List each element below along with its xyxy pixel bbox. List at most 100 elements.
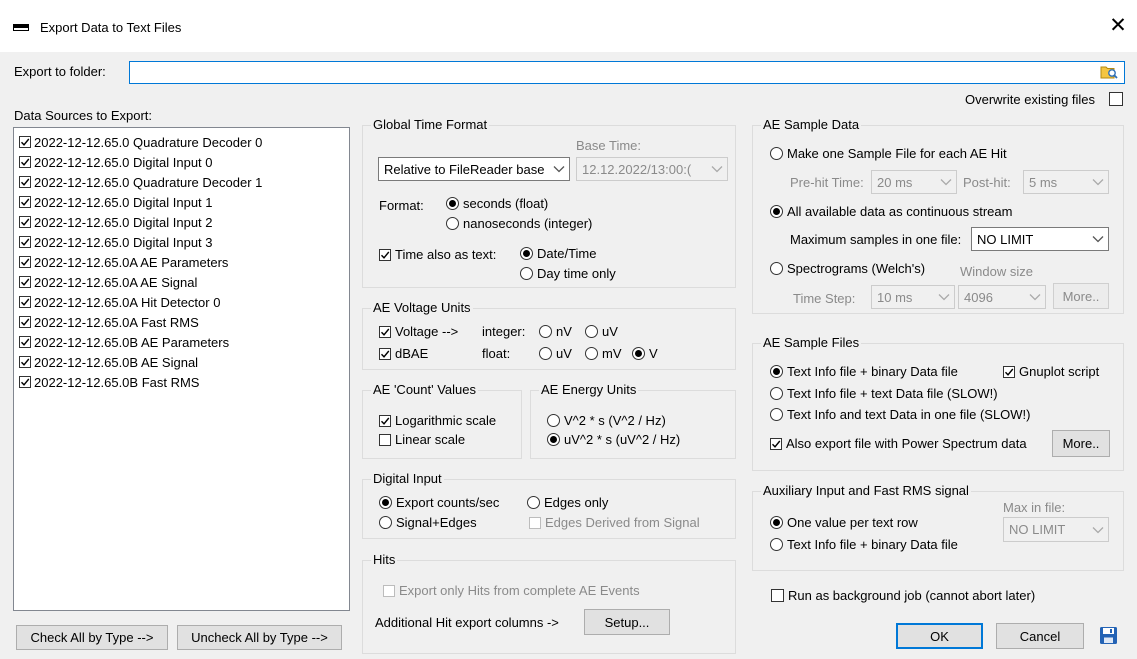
linear-scale-checkbox[interactable]: Linear scale [379, 432, 465, 447]
ok-button[interactable]: OK [896, 623, 983, 649]
checkbox-checked[interactable] [770, 437, 782, 450]
checkbox-checked[interactable] [19, 276, 31, 288]
seconds-radio[interactable]: seconds (float) [446, 196, 548, 211]
checkbox-checked[interactable] [19, 216, 31, 228]
radio-selected[interactable] [547, 433, 560, 446]
log-scale-checkbox[interactable]: Logarithmic scale [379, 413, 496, 428]
radio-unselected[interactable] [547, 414, 560, 427]
radio-unselected[interactable] [539, 325, 552, 338]
save-icon[interactable] [1099, 626, 1118, 645]
uv2s-radio[interactable]: uV^2 * s (uV^2 / Hz) [547, 432, 680, 447]
radio-unselected[interactable] [585, 325, 598, 338]
voltage-checkbox[interactable]: Voltage --> [379, 324, 458, 339]
checkbox-checked[interactable] [379, 248, 391, 261]
list-item[interactable]: 2022-12-12.65.0 Quadrature Decoder 0 [19, 132, 262, 152]
export-folder-input[interactable] [129, 61, 1125, 84]
uv-integer-radio[interactable]: uV [585, 324, 618, 339]
nanoseconds-radio[interactable]: nanoseconds (integer) [446, 216, 592, 231]
list-item[interactable]: 2022-12-12.65.0 Quadrature Decoder 1 [19, 172, 262, 192]
radio-unselected[interactable] [520, 267, 533, 280]
text-slow-radio[interactable]: Text Info file + text Data file (SLOW!) [770, 386, 998, 401]
setup-button[interactable]: Setup... [584, 609, 670, 635]
radio-unselected[interactable] [770, 408, 783, 421]
radio-unselected[interactable] [527, 496, 540, 509]
files-more-button[interactable]: More.. [1052, 430, 1110, 457]
list-item[interactable]: 2022-12-12.65.0B AE Parameters [19, 332, 229, 352]
v-radio[interactable]: V [632, 346, 658, 361]
date-time-radio[interactable]: Date/Time [520, 246, 596, 261]
cancel-button[interactable]: Cancel [996, 623, 1084, 649]
checkbox-checked[interactable] [19, 156, 31, 168]
checkbox-checked[interactable] [19, 176, 31, 188]
power-spectrum-checkbox[interactable]: Also export file with Power Spectrum dat… [770, 436, 1027, 451]
list-item[interactable]: 2022-12-12.65.0 Digital Input 3 [19, 232, 213, 252]
radio-selected[interactable] [446, 197, 459, 210]
binary-data-radio[interactable]: Text Info file + binary Data file [770, 364, 958, 379]
radio-selected[interactable] [520, 247, 533, 260]
max-samples-combo[interactable]: NO LIMIT [971, 227, 1109, 251]
checkbox-checked[interactable] [19, 136, 31, 148]
list-item[interactable]: 2022-12-12.65.0A Fast RMS [19, 312, 199, 332]
checkbox-unchecked[interactable] [771, 589, 784, 602]
signal-edges-radio[interactable]: Signal+Edges [379, 515, 477, 530]
checkbox-checked[interactable] [19, 296, 31, 308]
list-item[interactable]: 2022-12-12.65.0 Digital Input 1 [19, 192, 213, 212]
radio-unselected[interactable] [770, 387, 783, 400]
radio-unselected[interactable] [770, 538, 783, 551]
checkbox-checked[interactable] [19, 236, 31, 248]
time-reference-combo[interactable]: Relative to FileReader base [378, 157, 570, 181]
checkbox-checked[interactable] [19, 356, 31, 368]
aux-binary-radio[interactable]: Text Info file + binary Data file [770, 537, 958, 552]
list-item[interactable]: 2022-12-12.65.0B Fast RMS [19, 372, 199, 392]
continuous-radio[interactable]: All available data as continuous stream [770, 204, 1012, 219]
radio-unselected[interactable] [379, 516, 392, 529]
checkbox-checked[interactable] [1003, 365, 1015, 378]
day-time-radio[interactable]: Day time only [520, 266, 616, 281]
data-sources-list[interactable]: 2022-12-12.65.0 Quadrature Decoder 0 2022… [13, 127, 350, 611]
checkbox-checked[interactable] [19, 376, 31, 388]
radio-unselected[interactable] [446, 217, 459, 230]
spectrograms-radio[interactable]: Spectrograms (Welch's) [770, 261, 925, 276]
radio-unselected[interactable] [770, 147, 783, 160]
uv-float-radio[interactable]: uV [539, 346, 572, 361]
counts-radio[interactable]: Export counts/sec [379, 495, 499, 510]
radio-unselected[interactable] [539, 347, 552, 360]
v2s-radio[interactable]: V^2 * s (V^2 / Hz) [547, 413, 666, 428]
edges-only-radio[interactable]: Edges only [527, 495, 608, 510]
checkbox-checked[interactable] [379, 347, 391, 360]
checkbox-checked[interactable] [379, 325, 391, 338]
radio-selected[interactable] [632, 347, 645, 360]
radio-selected[interactable] [770, 365, 783, 378]
radio-selected[interactable] [770, 516, 783, 529]
list-item[interactable]: 2022-12-12.65.0 Digital Input 2 [19, 212, 213, 232]
one-file-radio[interactable]: Make one Sample File for each AE Hit [770, 146, 1007, 161]
checkbox-checked[interactable] [379, 414, 391, 427]
checkbox-checked[interactable] [19, 196, 31, 208]
one-value-radio[interactable]: One value per text row [770, 515, 918, 530]
checkbox-checked[interactable] [19, 336, 31, 348]
background-job-checkbox[interactable]: Run as background job (cannot abort late… [771, 588, 1035, 603]
check-all-button[interactable]: Check All by Type --> [16, 625, 168, 650]
overwrite-checkbox[interactable] [1109, 92, 1123, 106]
list-item[interactable]: 2022-12-12.65.0A Hit Detector 0 [19, 292, 220, 312]
mv-radio[interactable]: mV [585, 346, 622, 361]
uncheck-all-button[interactable]: Uncheck All by Type --> [177, 625, 342, 650]
radio-unselected[interactable] [585, 347, 598, 360]
time-text-checkbox[interactable]: Time also as text: [379, 247, 496, 262]
radio-selected[interactable] [379, 496, 392, 509]
folder-browse-icon[interactable] [1100, 64, 1118, 80]
nv-radio[interactable]: nV [539, 324, 572, 339]
checkbox-unchecked[interactable] [379, 433, 391, 446]
checkbox-checked[interactable] [19, 316, 31, 328]
checkbox-checked[interactable] [19, 256, 31, 268]
list-item[interactable]: 2022-12-12.65.0B AE Signal [19, 352, 198, 372]
list-item[interactable]: 2022-12-12.65.0A AE Parameters [19, 252, 228, 272]
one-file-slow-radio[interactable]: Text Info and text Data in one file (SLO… [770, 407, 1031, 422]
dbae-checkbox[interactable]: dBAE [379, 346, 428, 361]
radio-unselected[interactable] [770, 262, 783, 275]
close-button[interactable]: ✕ [1106, 13, 1130, 38]
gnuplot-checkbox[interactable]: Gnuplot script [1003, 364, 1099, 379]
list-item[interactable]: 2022-12-12.65.0 Digital Input 0 [19, 152, 213, 172]
radio-selected[interactable] [770, 205, 783, 218]
list-item[interactable]: 2022-12-12.65.0A AE Signal [19, 272, 197, 292]
